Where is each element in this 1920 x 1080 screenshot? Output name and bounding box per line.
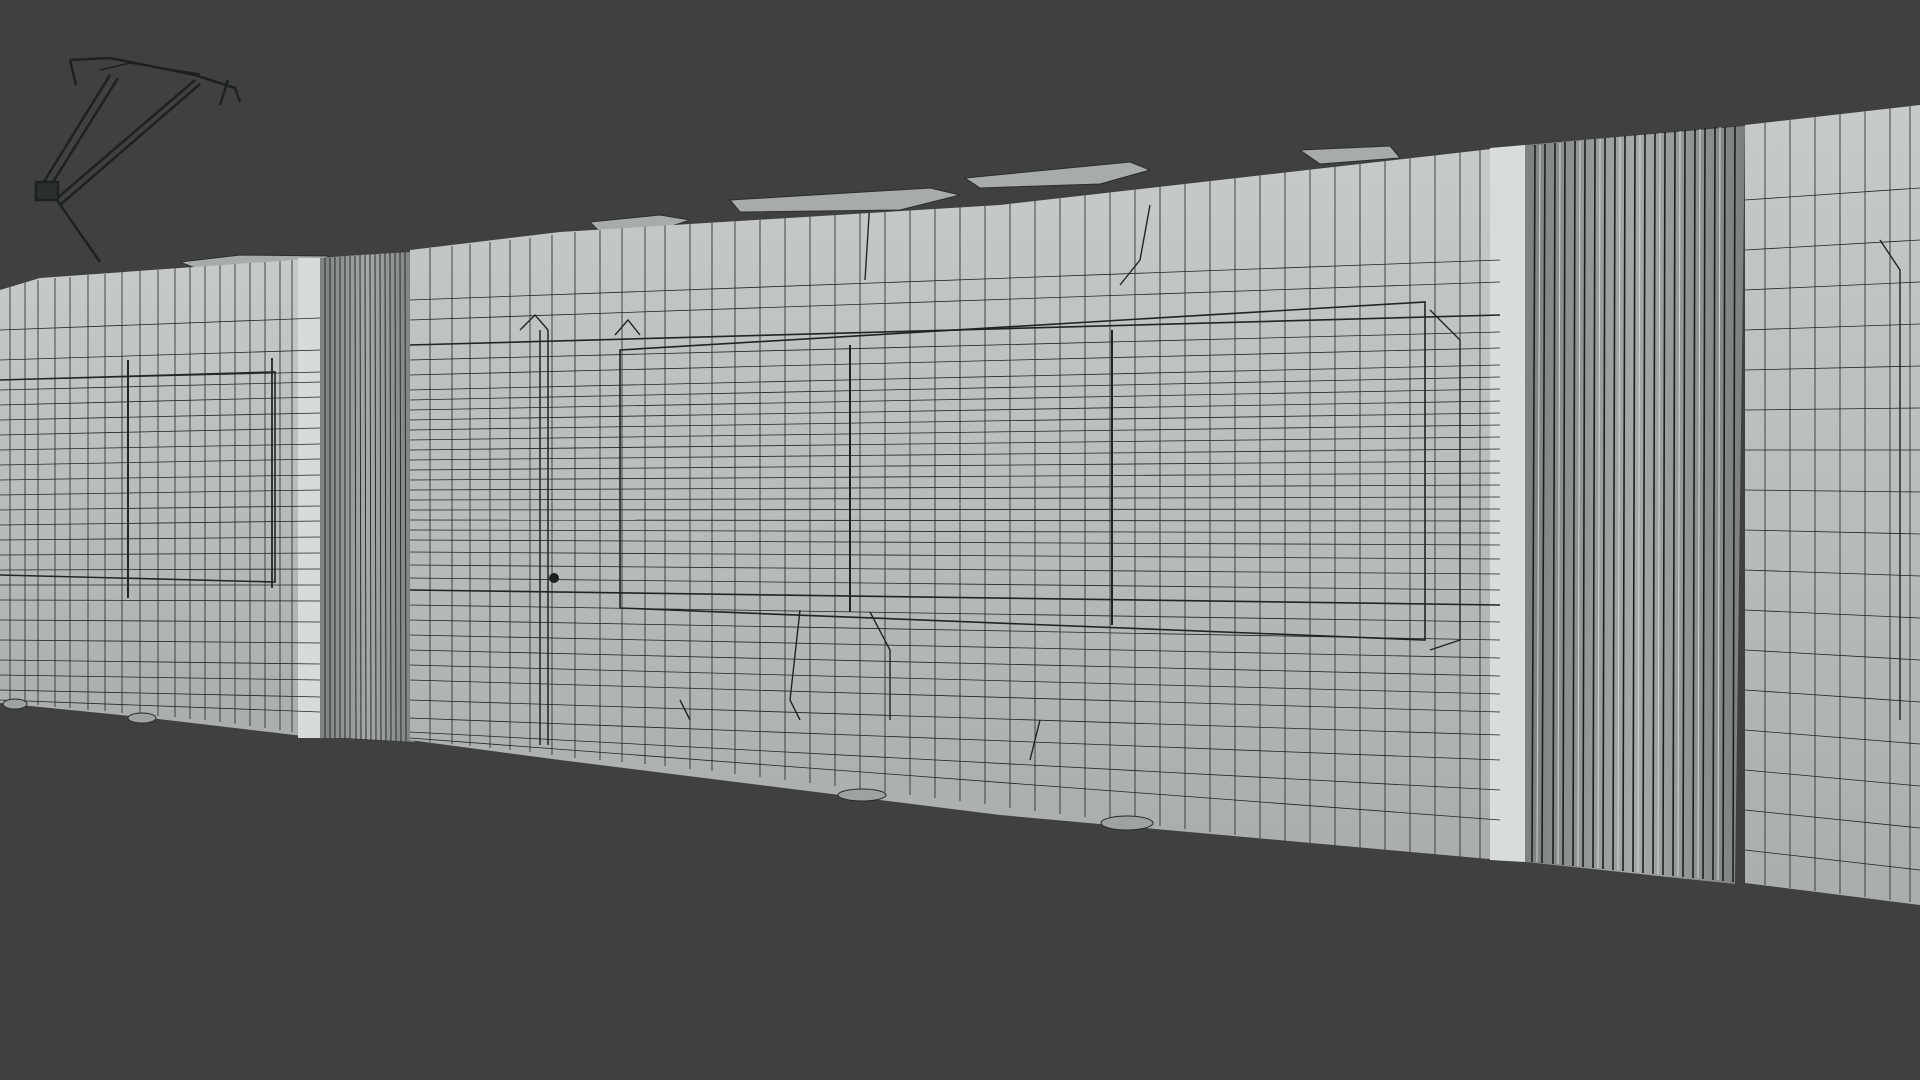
- tram-wireframe-render: [0, 56, 1920, 905]
- tram-bellows-front: [320, 251, 415, 743]
- 3d-viewport[interactable]: [0, 0, 1920, 1080]
- tram-rear-car: [1745, 105, 1920, 905]
- tram-bellows-rear: [1525, 125, 1745, 884]
- tram-front-car: [0, 258, 324, 738]
- pantograph: [34, 56, 242, 263]
- tram-middle-car: [410, 145, 1525, 862]
- door-button: [549, 573, 559, 583]
